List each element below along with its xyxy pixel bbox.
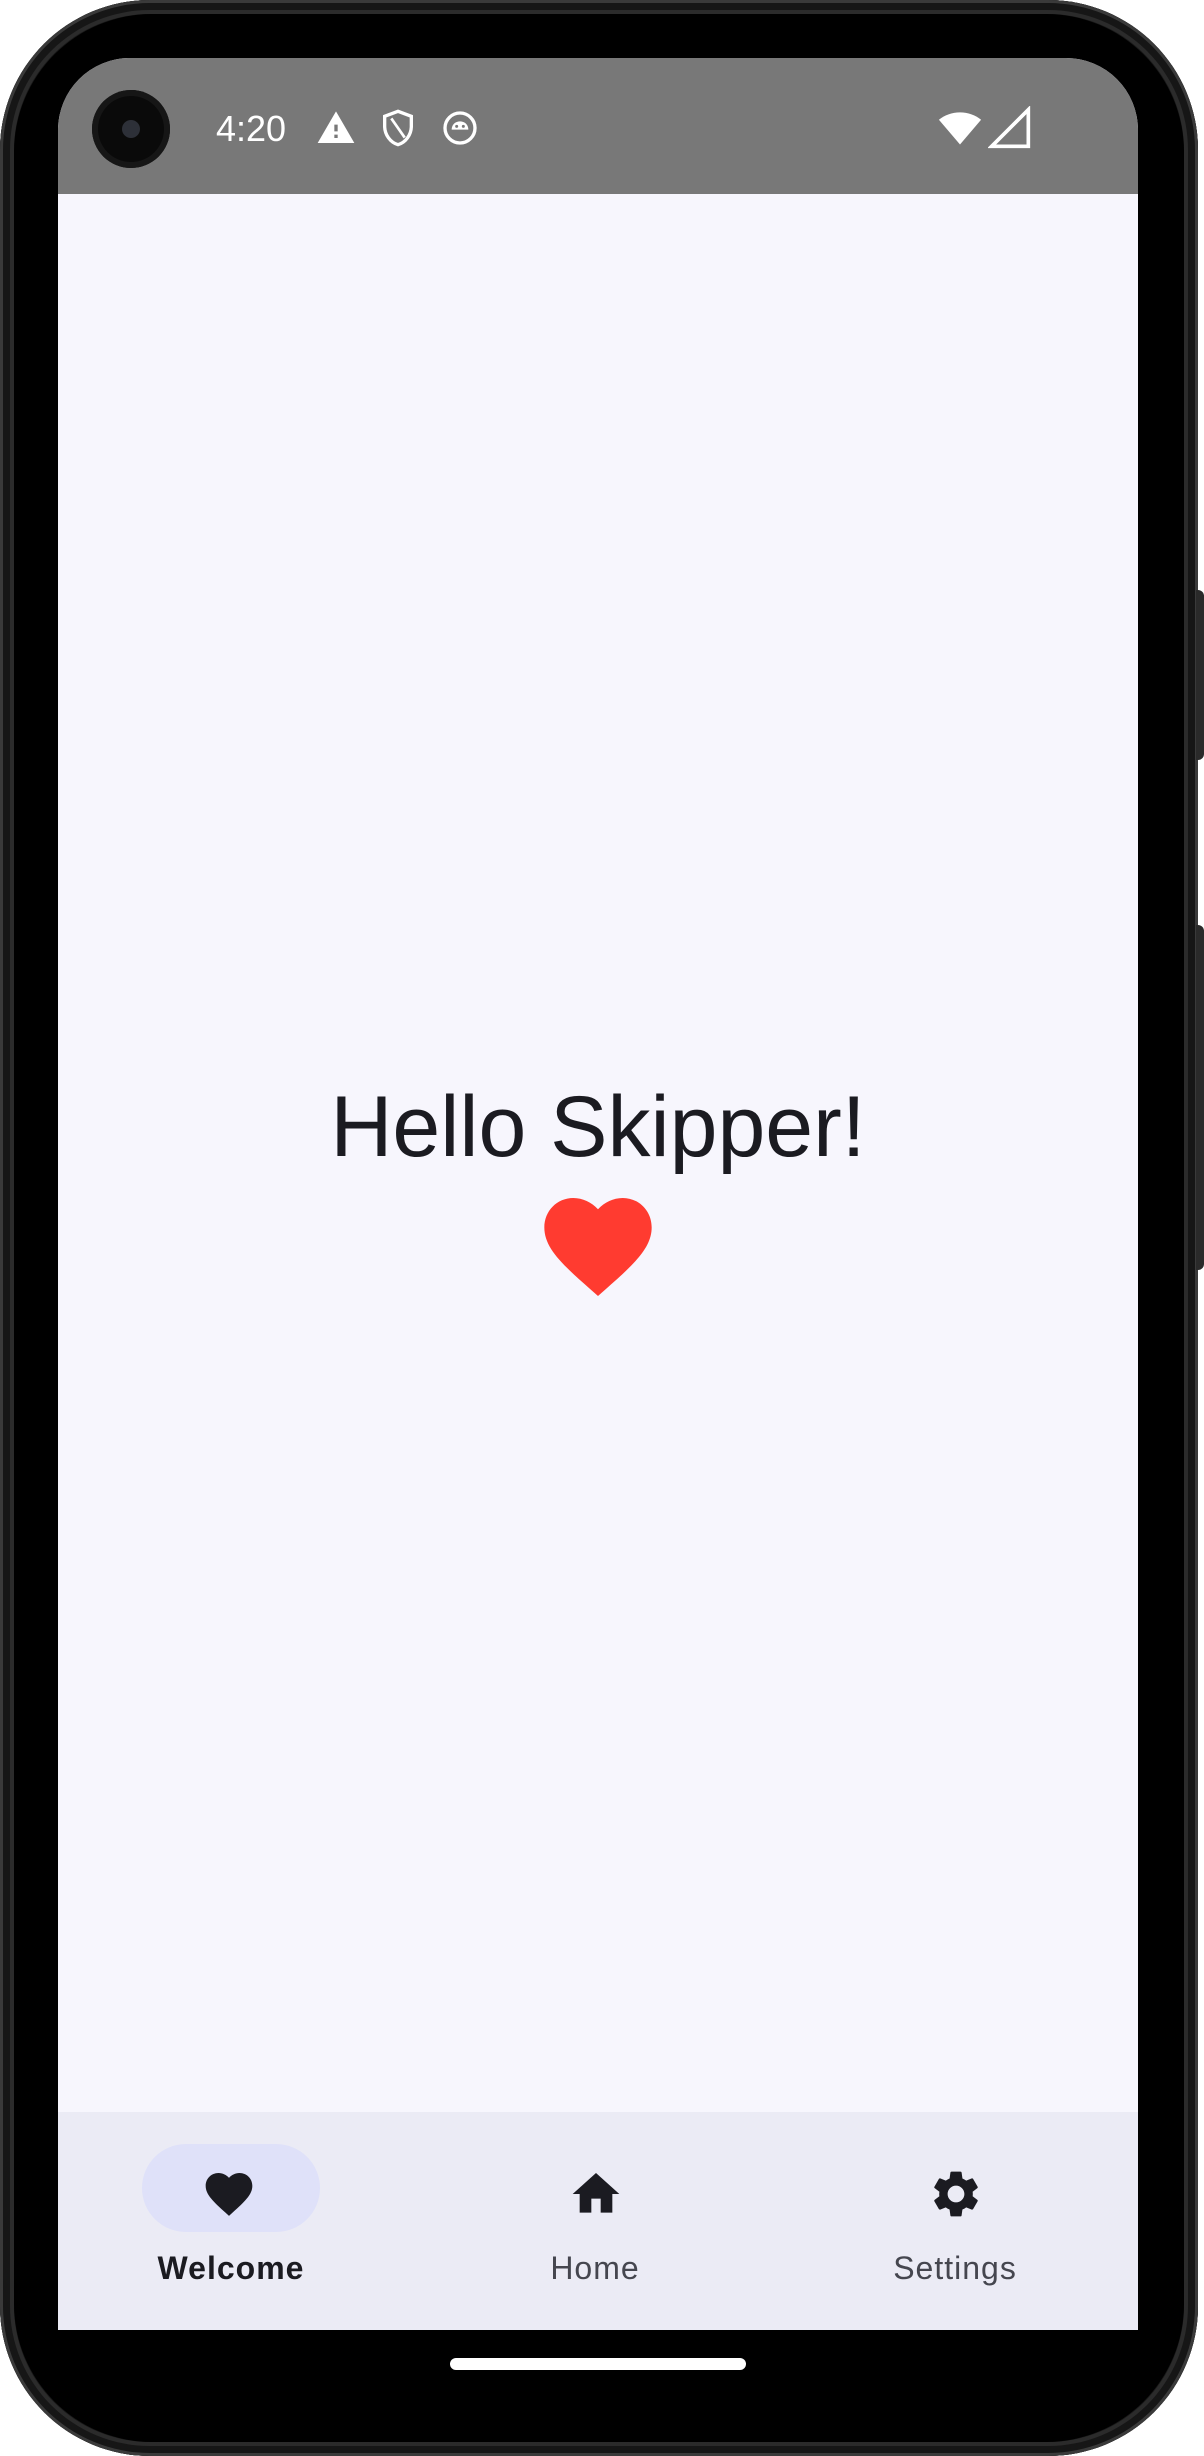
cell-signal-icon [988,106,1032,150]
heart-icon [201,2166,257,2222]
screen: 4:20 Hello Skipper! Welcome Home Setting… [58,58,1138,2330]
nav-item-home[interactable]: Home [418,2112,778,2330]
welcome-content: Hello Skipper! [58,194,1138,2172]
nav-item-welcome[interactable]: Welcome [58,2112,418,2330]
bottom-navigation-bar: Welcome Home Settings [58,2112,1138,2330]
camera-cutout [92,90,170,168]
android-icon [440,108,480,148]
nav-item-settings[interactable]: Settings [778,2112,1138,2330]
heart-icon [542,1195,654,1299]
shield-icon [378,108,418,148]
status-time: 4:20 [216,108,287,149]
warning-icon [316,108,356,148]
volume-button [1196,925,1204,1270]
greeting-text: Hello Skipper! [330,1079,866,1175]
nav-label-welcome: Welcome [157,2250,305,2286]
nav-label-settings: Settings [893,2250,1017,2286]
home-icon [568,2166,624,2222]
status-bar: 4:20 [58,58,1138,194]
gear-icon [928,2166,984,2222]
power-button [1196,590,1204,760]
wifi-icon [938,106,982,150]
nav-label-home: Home [550,2250,640,2286]
home-gesture-bar[interactable] [450,2358,746,2370]
